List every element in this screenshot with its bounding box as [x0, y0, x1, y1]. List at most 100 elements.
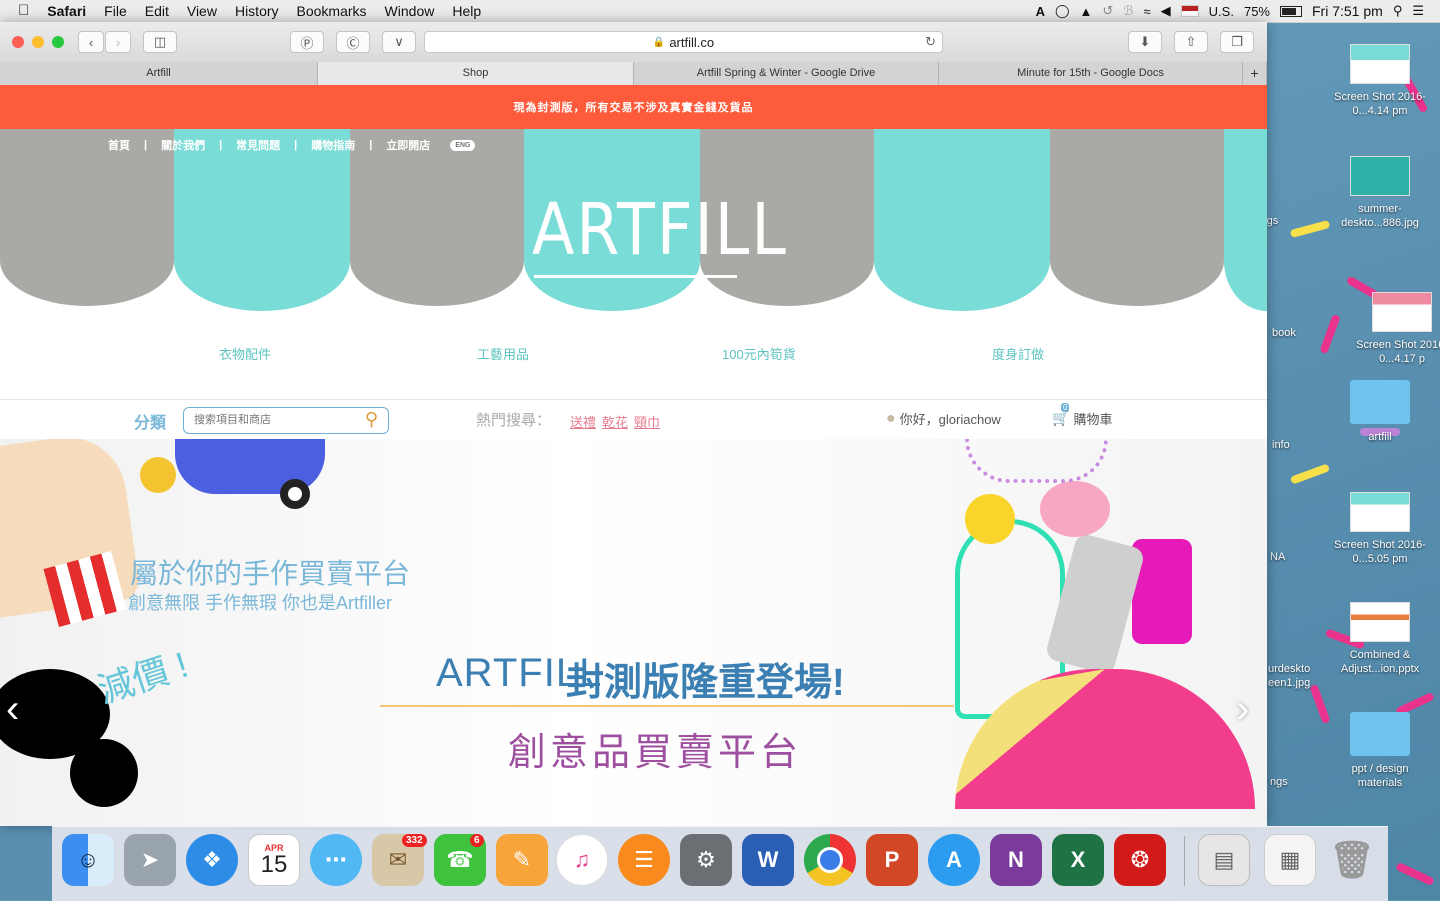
- nav-faq[interactable]: 常見問題: [236, 137, 280, 153]
- zoom-window-button[interactable]: [52, 36, 64, 48]
- category-clothing[interactable]: 衣物配件: [219, 344, 271, 363]
- carousel-prev-button[interactable]: ‹: [6, 687, 19, 732]
- site-logo[interactable]: ARTFILL: [532, 188, 788, 272]
- category-custom[interactable]: 度身訂做: [992, 344, 1044, 363]
- tab-google-drive[interactable]: Artfill Spring & Winter - Google Drive: [634, 62, 939, 85]
- desktop-partial-label[interactable]: ngs: [1270, 775, 1310, 789]
- safari-icon[interactable]: ❖: [186, 834, 238, 886]
- desktop-file-screenshot-1[interactable]: Screen Shot 2016-0...4.14 pm: [1330, 44, 1430, 118]
- hot-tag-scarf[interactable]: 頸巾: [634, 412, 660, 431]
- downloads-stack-icon[interactable]: ▦: [1264, 834, 1316, 886]
- desktop-partial-label[interactable]: NA: [1270, 550, 1310, 564]
- word-icon[interactable]: W: [742, 834, 794, 886]
- nav-home[interactable]: 首頁: [108, 137, 130, 153]
- messages-icon[interactable]: ⋯: [310, 834, 362, 886]
- hot-tag-gift[interactable]: 送禮: [570, 412, 596, 431]
- battery-percent[interactable]: 75%: [1244, 4, 1270, 19]
- desktop-folder-ppt-design[interactable]: ppt / design materials: [1330, 712, 1430, 790]
- powerpoint-icon[interactable]: P: [866, 834, 918, 886]
- cart-link[interactable]: 🛒 0 購物車: [1052, 403, 1112, 428]
- nav-about[interactable]: 關於我們: [161, 137, 205, 153]
- volume-icon[interactable]: ◀: [1161, 3, 1171, 19]
- menu-bookmarks[interactable]: Bookmarks: [288, 0, 376, 22]
- user-greeting[interactable]: ● 你好，gloriachow: [886, 409, 1001, 428]
- bluetooth-icon[interactable]: ℬ: [1123, 3, 1133, 19]
- chrome-icon[interactable]: [804, 834, 856, 886]
- desktop-partial-label[interactable]: urdeskto een1.jpg: [1268, 662, 1328, 690]
- desktop-file-pptx[interactable]: Combined & Adjust...ion.pptx: [1330, 602, 1430, 676]
- finder-icon[interactable]: ☺: [62, 834, 114, 886]
- share-button[interactable]: ⇧: [1174, 31, 1208, 53]
- file-label: Screen Shot 2016-0...4.14 pm: [1334, 91, 1426, 117]
- menu-edit[interactable]: Edit: [136, 0, 178, 22]
- awning-scallop: [174, 261, 350, 311]
- tab-overview-button[interactable]: ❐: [1220, 31, 1254, 53]
- creative-cloud-icon[interactable]: ◯: [1055, 3, 1070, 19]
- desktop-folder-artfill[interactable]: artfill: [1330, 380, 1430, 444]
- desktop-file-screenshot-3[interactable]: Screen Shot 2016-0...5.05 pm: [1330, 492, 1430, 566]
- ibooks-icon[interactable]: ☰: [618, 834, 670, 886]
- launchpad-icon[interactable]: ➤: [124, 834, 176, 886]
- menu-app-name[interactable]: Safari: [38, 0, 95, 22]
- acrobat-icon[interactable]: ❂: [1114, 834, 1166, 886]
- minimize-window-button[interactable]: [32, 36, 44, 48]
- category-under-100[interactable]: 100元內筍貨: [722, 344, 796, 363]
- grammarly-extension-button[interactable]: Ⓒ: [336, 31, 370, 53]
- menu-view[interactable]: View: [178, 0, 226, 22]
- new-tab-button[interactable]: +: [1243, 62, 1267, 85]
- input-source[interactable]: U.S.: [1209, 4, 1234, 19]
- close-window-button[interactable]: [12, 36, 24, 48]
- adobe-icon[interactable]: A: [1036, 4, 1045, 19]
- back-button[interactable]: ‹: [78, 31, 104, 53]
- time-machine-icon[interactable]: ↺: [1102, 3, 1113, 19]
- google-drive-icon[interactable]: ▲: [1080, 4, 1093, 19]
- nav-separator: |: [369, 139, 373, 151]
- desktop-partial-label[interactable]: info: [1272, 438, 1312, 452]
- onenote-icon[interactable]: N: [990, 834, 1042, 886]
- search-input[interactable]: [192, 413, 346, 427]
- trash-icon[interactable]: 🗑: [1326, 834, 1378, 886]
- nav-open-shop[interactable]: 立即開店: [386, 137, 430, 153]
- forward-button[interactable]: ›: [105, 31, 131, 53]
- language-toggle[interactable]: ENG: [450, 139, 476, 151]
- menu-help[interactable]: Help: [443, 0, 490, 22]
- desktop-file-screenshot-2[interactable]: Screen Shot 2016-0...4.17 p: [1352, 292, 1440, 366]
- pinterest-extension-button[interactable]: Ⓟ: [290, 31, 324, 53]
- share-icon: ⇧: [1185, 34, 1197, 49]
- excel-icon[interactable]: X: [1052, 834, 1104, 886]
- documents-stack-icon[interactable]: ▤: [1198, 834, 1250, 886]
- pocket-extension-button[interactable]: ∨: [382, 31, 416, 53]
- tab-shop[interactable]: Shop: [318, 62, 634, 85]
- menu-file[interactable]: File: [95, 0, 136, 22]
- battery-icon[interactable]: [1280, 5, 1302, 17]
- calendar-icon[interactable]: APR 15: [248, 834, 300, 886]
- notification-center-icon[interactable]: ☰: [1412, 3, 1424, 19]
- clock[interactable]: Fri 7:51 pm: [1312, 3, 1383, 19]
- search-row: 分類 ⚲ 熱門搜尋： 送禮 乾花 頸巾 ● 你好，gloriachow 🛒0 購…: [0, 399, 1267, 441]
- system-preferences-icon[interactable]: ⚙: [680, 834, 732, 886]
- category-crafts[interactable]: 工藝用品: [477, 344, 529, 363]
- spotlight-icon[interactable]: ⚲: [1393, 3, 1403, 19]
- nav-shopping-guide[interactable]: 購物指南: [311, 137, 355, 153]
- tab-artfill[interactable]: Artfill: [0, 62, 318, 85]
- desktop-partial-label[interactable]: book: [1272, 326, 1312, 340]
- menu-history[interactable]: History: [226, 0, 288, 22]
- awning-stripe: [874, 129, 1050, 262]
- desktop-file-summer-desktop[interactable]: summer-deskto...886.jpg: [1330, 156, 1430, 230]
- sidebar-button[interactable]: ◫: [143, 31, 177, 53]
- hot-tag-dried-flowers[interactable]: 乾花: [602, 412, 628, 431]
- tab-google-docs[interactable]: Minute for 15th - Google Docs: [939, 62, 1243, 85]
- itunes-icon[interactable]: ♫: [556, 834, 608, 886]
- wifi-icon[interactable]: ≈: [1144, 4, 1151, 19]
- search-icon[interactable]: ⚲: [365, 409, 378, 430]
- apple-menu-icon[interactable]: : [0, 0, 38, 22]
- menu-window[interactable]: Window: [376, 0, 444, 22]
- downloads-button[interactable]: ⬇: [1128, 31, 1162, 53]
- address-bar[interactable]: 🔒 artfill.co ↻: [424, 31, 943, 53]
- carousel-next-button[interactable]: ›: [1236, 687, 1249, 732]
- reload-icon[interactable]: ↻: [925, 34, 936, 50]
- app-store-icon[interactable]: A: [928, 834, 980, 886]
- pages-icon[interactable]: ✎: [496, 834, 548, 886]
- category-menu[interactable]: 分類: [134, 409, 166, 433]
- cart-count-badge: 0: [1061, 403, 1070, 412]
